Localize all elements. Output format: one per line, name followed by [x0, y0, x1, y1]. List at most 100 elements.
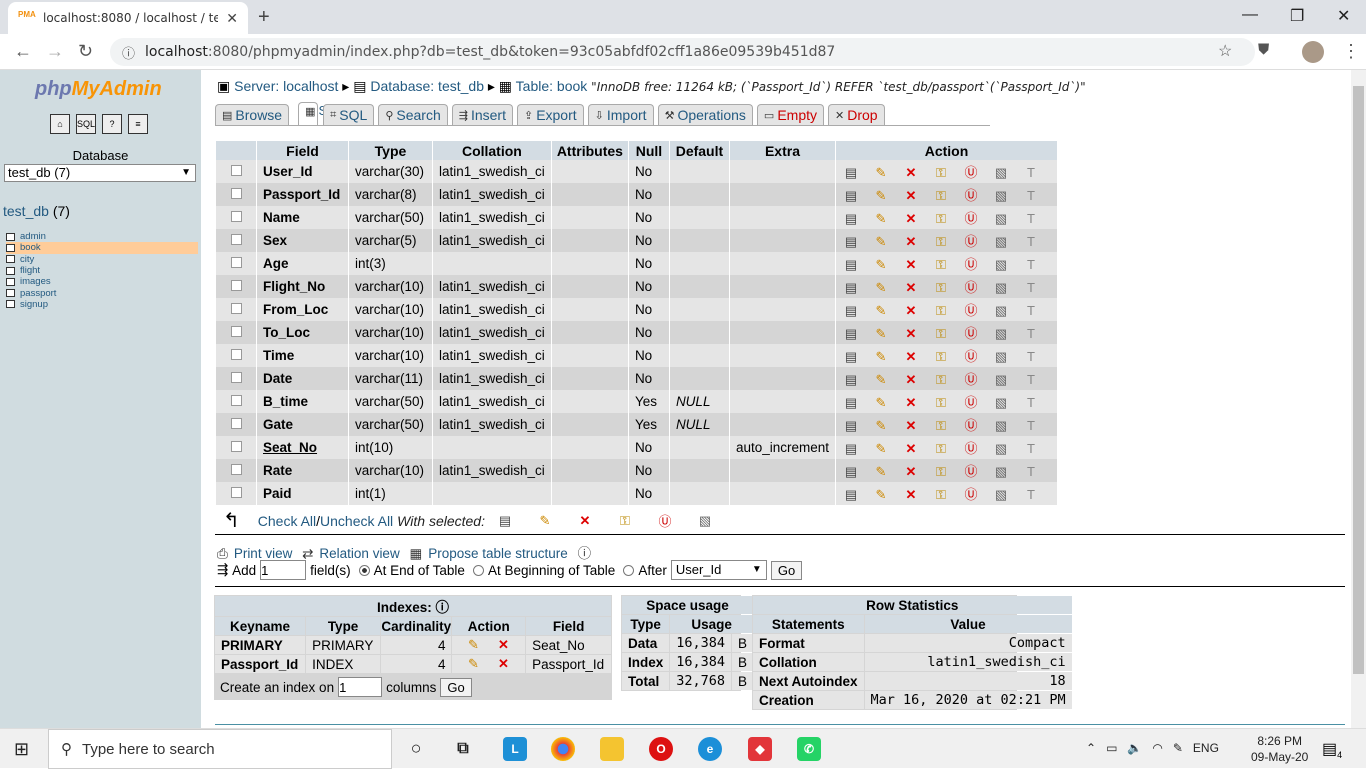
- row-checkbox[interactable]: [230, 372, 242, 383]
- info-icon[interactable]: ⓘ: [122, 43, 135, 62]
- drop-icon[interactable]: ✕: [901, 188, 921, 204]
- browse-icon[interactable]: ▤: [841, 303, 861, 319]
- unique-icon[interactable]: Ⓤ: [961, 300, 981, 319]
- sql-query-icon[interactable]: SQL: [76, 114, 96, 134]
- row-checkbox[interactable]: [230, 441, 242, 452]
- unique-selected-icon[interactable]: Ⓤ: [655, 511, 675, 530]
- table-icon[interactable]: [6, 232, 15, 241]
- primary-key-icon[interactable]: ⚿: [931, 257, 951, 273]
- drop-icon[interactable]: ✕: [901, 441, 921, 457]
- browse-icon[interactable]: ▤: [841, 211, 861, 227]
- l-app-icon[interactable]: L: [503, 737, 527, 761]
- drop-icon[interactable]: ✕: [901, 165, 921, 181]
- edit-index-icon[interactable]: ✎: [463, 656, 483, 672]
- drop-selected-icon[interactable]: ✕: [575, 513, 595, 529]
- unique-icon[interactable]: Ⓤ: [961, 438, 981, 457]
- row-checkbox[interactable]: [230, 188, 242, 199]
- edit-icon[interactable]: ✎: [871, 487, 891, 503]
- row-checkbox[interactable]: [230, 326, 242, 337]
- drop-icon[interactable]: ✕: [901, 303, 921, 319]
- end-of-table-radio[interactable]: [358, 564, 370, 576]
- browse-icon[interactable]: ▤: [841, 464, 861, 480]
- edit-icon[interactable]: ✎: [871, 234, 891, 250]
- database-select[interactable]: test_db (7) ▼: [4, 164, 196, 182]
- row-checkbox[interactable]: [230, 165, 242, 176]
- vertical-scrollbar[interactable]: [1351, 70, 1366, 728]
- help-circle-icon[interactable]: ⓘ: [578, 546, 592, 561]
- row-checkbox[interactable]: [230, 257, 242, 268]
- primary-key-icon[interactable]: ⚿: [931, 165, 951, 181]
- breadcrumb-server[interactable]: Server: localhost: [234, 78, 338, 94]
- primary-key-icon[interactable]: ⚿: [931, 188, 951, 204]
- database-link[interactable]: test_db (7): [3, 203, 70, 219]
- edit-icon[interactable]: ✎: [871, 165, 891, 181]
- show-hidden-icon[interactable]: ⌃: [1086, 741, 1096, 755]
- language-indicator[interactable]: ENG: [1193, 741, 1219, 755]
- unique-icon[interactable]: Ⓤ: [961, 254, 981, 273]
- edit-icon[interactable]: ✎: [871, 395, 891, 411]
- tab-drop[interactable]: ✕ Drop: [828, 104, 885, 125]
- drop-icon[interactable]: ✕: [901, 395, 921, 411]
- unique-icon[interactable]: Ⓤ: [961, 185, 981, 204]
- back-icon[interactable]: ←: [14, 41, 32, 62]
- docs-icon[interactable]: ≡: [128, 114, 148, 134]
- table-icon[interactable]: [6, 243, 15, 252]
- sidebar-table-book[interactable]: book: [6, 242, 198, 254]
- primary-key-icon[interactable]: ⚿: [931, 464, 951, 480]
- primary-key-icon[interactable]: ⚿: [931, 349, 951, 365]
- tab-search[interactable]: ⚲ Search: [378, 104, 448, 125]
- table-icon[interactable]: [6, 289, 15, 298]
- tab-empty[interactable]: ▭ Empty: [756, 104, 825, 125]
- battery-icon[interactable]: ▭: [1106, 741, 1117, 755]
- row-checkbox[interactable]: [230, 395, 242, 406]
- tab-structure[interactable]: ▦Structure: [298, 102, 371, 125]
- unique-icon[interactable]: Ⓤ: [961, 231, 981, 250]
- index-icon[interactable]: ▧: [991, 303, 1011, 319]
- drop-icon[interactable]: ✕: [901, 349, 921, 365]
- edit-icon[interactable]: ✎: [871, 464, 891, 480]
- edit-icon[interactable]: ✎: [871, 349, 891, 365]
- fulltext-icon[interactable]: T: [1021, 303, 1041, 318]
- fulltext-icon[interactable]: T: [1021, 234, 1041, 249]
- primary-key-icon[interactable]: ⚿: [931, 303, 951, 319]
- browse-icon[interactable]: ▤: [841, 165, 861, 181]
- drop-icon[interactable]: ✕: [901, 418, 921, 434]
- primary-key-icon[interactable]: ⚿: [931, 487, 951, 503]
- close-tab-icon[interactable]: ✕: [226, 10, 238, 27]
- primary-key-icon[interactable]: ⚿: [931, 211, 951, 227]
- index-icon[interactable]: ▧: [991, 165, 1011, 181]
- home-icon[interactable]: ⌂: [50, 114, 70, 134]
- volume-icon[interactable]: 🔈: [1127, 741, 1142, 755]
- browse-icon[interactable]: ▤: [841, 326, 861, 342]
- sidebar-table-city[interactable]: city: [6, 254, 198, 265]
- chrome-icon[interactable]: [551, 737, 575, 761]
- index-icon[interactable]: ▧: [991, 464, 1011, 480]
- browse-icon[interactable]: ▤: [841, 418, 861, 434]
- drop-icon[interactable]: ✕: [901, 326, 921, 342]
- url-field[interactable]: ⓘ localhost:8080/phpmyadmin/index.php?db…: [110, 38, 1255, 66]
- drop-index-icon[interactable]: ✕: [493, 637, 513, 653]
- index-icon[interactable]: ▧: [991, 188, 1011, 204]
- scrollbar-thumb[interactable]: [1353, 86, 1364, 674]
- index-icon[interactable]: ▧: [991, 326, 1011, 342]
- edit-icon[interactable]: ✎: [871, 418, 891, 434]
- primary-key-icon[interactable]: ⚿: [931, 395, 951, 411]
- edit-icon[interactable]: ✎: [871, 280, 891, 296]
- whatsapp-icon[interactable]: ✆: [797, 737, 821, 761]
- unique-icon[interactable]: Ⓤ: [961, 277, 981, 296]
- index-icon[interactable]: ▧: [991, 441, 1011, 457]
- browse-selected-icon[interactable]: ▤: [495, 513, 515, 529]
- row-checkbox[interactable]: [230, 487, 242, 498]
- tab-browse[interactable]: ▤ Browse: [215, 104, 290, 125]
- drop-icon[interactable]: ✕: [901, 464, 921, 480]
- fulltext-icon[interactable]: T: [1021, 441, 1041, 456]
- phpmyadmin-logo[interactable]: phpMyAdmin: [35, 78, 162, 101]
- unique-icon[interactable]: Ⓤ: [961, 461, 981, 480]
- unique-icon[interactable]: Ⓤ: [961, 392, 981, 411]
- drop-index-icon[interactable]: ✕: [493, 656, 513, 672]
- drop-icon[interactable]: ✕: [901, 280, 921, 296]
- fulltext-icon[interactable]: T: [1021, 487, 1041, 502]
- index-selected-icon[interactable]: ▧: [695, 513, 715, 529]
- opera-icon[interactable]: O: [649, 737, 673, 761]
- propose-structure-link[interactable]: Propose table structure: [428, 546, 568, 561]
